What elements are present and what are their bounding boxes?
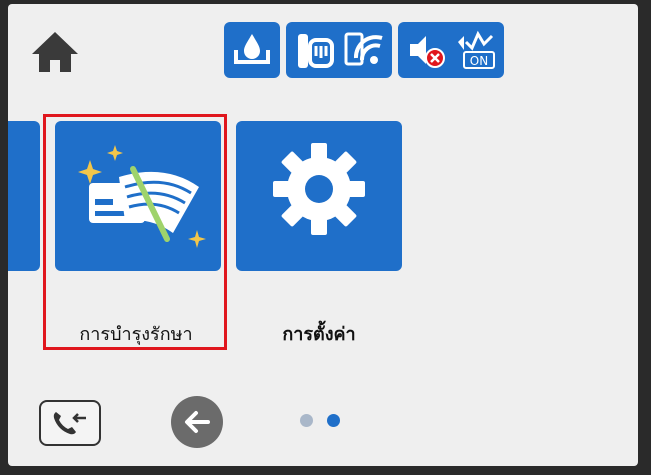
fax-phone-icon: [292, 28, 336, 72]
wifi-direct-icon: [342, 28, 386, 72]
fax-status-group[interactable]: [286, 22, 392, 78]
previous-tile-partial[interactable]: [8, 121, 40, 271]
status-bar: ON: [224, 22, 504, 78]
call-log-button[interactable]: [39, 400, 101, 446]
home-button[interactable]: [30, 28, 80, 74]
maintenance-icon: [78, 145, 206, 248]
on-indicator-icon: ON: [454, 28, 498, 72]
page-indicator: [300, 414, 340, 427]
back-arrow-icon: [185, 411, 210, 433]
maintenance-label[interactable]: การบำรุงรักษา: [46, 319, 226, 348]
settings-tile[interactable]: [236, 121, 402, 271]
on-label: ON: [470, 54, 488, 68]
ink-drop-icon: [230, 28, 274, 72]
home-icon: [32, 32, 78, 72]
ink-status-group[interactable]: [224, 22, 280, 78]
settings-label[interactable]: การตั้งค่า: [236, 319, 402, 348]
back-button[interactable]: [171, 396, 223, 448]
bottom-bar: [8, 384, 638, 454]
sound-status-group[interactable]: ON: [398, 22, 504, 78]
gear-icon: [273, 143, 365, 235]
page-dot-2-active: [327, 414, 340, 427]
call-log-icon: [53, 412, 86, 435]
maintenance-tile[interactable]: [55, 121, 221, 271]
sound-off-icon: [404, 28, 448, 72]
printer-screen: ON การบำรุงรักษา การตั้งค่า: [8, 4, 638, 466]
page-dot-1: [300, 414, 313, 427]
